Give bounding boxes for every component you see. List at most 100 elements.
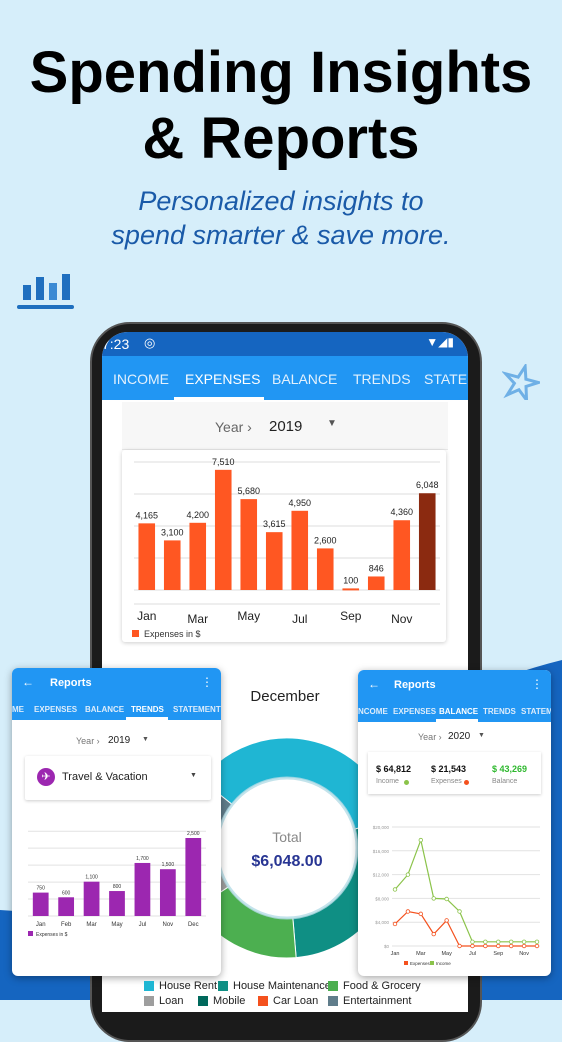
data-point xyxy=(418,837,424,843)
legend-swatch xyxy=(132,630,139,637)
year-value[interactable]: 2019 xyxy=(108,735,130,746)
legend-label: Expenses xyxy=(410,961,431,966)
bar-data-label: 4,200 xyxy=(186,510,209,520)
signal-icon: ▼◢▮ xyxy=(426,335,454,349)
bar-dec xyxy=(185,838,202,916)
data-point xyxy=(392,887,398,892)
mini-tab-trends[interactable]: TRENDS xyxy=(131,705,164,714)
subheadline-line-1: Personalized insights to xyxy=(138,186,424,216)
tab-income[interactable]: INCOME xyxy=(113,371,169,387)
mini-tab-expenses[interactable]: EXPENSES xyxy=(393,707,436,716)
category-selector[interactable]: ✈ Travel & Vacation ▼ xyxy=(25,756,211,800)
data-point xyxy=(483,943,488,949)
data-point xyxy=(444,896,449,902)
data-point xyxy=(418,911,424,917)
mini-tab-balance[interactable]: BALANCE xyxy=(85,705,124,714)
mini-tab-statement[interactable]: STATEMENT xyxy=(173,705,221,714)
year-selector[interactable]: Year › 2019 ▼ xyxy=(122,402,448,450)
year-label: Year › xyxy=(215,419,252,435)
back-arrow-icon[interactable]: ← xyxy=(22,675,34,689)
bar-jan xyxy=(138,523,156,590)
bar-data-label: 4,165 xyxy=(135,510,158,520)
bar-data-label: 846 xyxy=(369,563,384,573)
mini-tab-statement[interactable]: STATEME xyxy=(521,707,551,716)
legend-car-loan: Car Loan xyxy=(258,995,318,1007)
y-tick-label: $12,000 xyxy=(373,873,390,878)
mini-tab-balance[interactable]: BALANCE xyxy=(439,707,478,716)
bar-data-label: 2,600 xyxy=(314,535,337,545)
back-arrow-icon[interactable]: ← xyxy=(368,677,380,691)
x-tick-label: Dec xyxy=(188,922,199,928)
mini-tab-income[interactable]: NCOME xyxy=(358,707,388,716)
data-point xyxy=(392,921,398,927)
mini-tab-trends[interactable]: TRENDS xyxy=(483,707,516,716)
bar-oct xyxy=(367,576,385,590)
expense-donut-chart: Total $6,048.00 xyxy=(202,737,372,959)
bar-jun xyxy=(265,532,283,590)
bar-chart-icon xyxy=(17,274,74,309)
legend-house-rent: House Rent xyxy=(144,980,217,992)
x-tick-label: Jul xyxy=(139,922,147,928)
bar-data-label: 3,100 xyxy=(161,527,184,537)
y-tick-label: $16,000 xyxy=(373,849,390,854)
more-menu-icon[interactable]: ⋮ xyxy=(201,675,213,689)
data-point xyxy=(431,896,436,901)
tab-bar: INCOME EXPENSES BALANCE TRENDS STATEMENT xyxy=(102,356,468,400)
data-point xyxy=(508,943,514,949)
year-value[interactable]: 2020 xyxy=(448,731,470,742)
legend-food-grocery: Food & Grocery xyxy=(328,980,421,992)
legend-swatch xyxy=(28,931,33,936)
subheadline: Personalized insights to spend smarter &… xyxy=(0,184,562,252)
x-tick-label: May xyxy=(237,609,260,623)
mini-title: Reports xyxy=(50,677,92,689)
bar-jul xyxy=(291,510,309,590)
x-tick-label: Nov xyxy=(391,612,412,626)
expenses-bar-chart: 4,1653,1004,200 7,510 5,680 3,615 4,950 2,600… xyxy=(132,457,440,639)
bar-data-label: 4,950 xyxy=(288,498,311,508)
expenses-chart-card: 4,165 3,100 4,200 7,510 5,680 3,615 4,950 2,600… xyxy=(122,450,446,642)
legend-loan: Loan xyxy=(144,995,183,1007)
donut-hole xyxy=(215,776,359,920)
data-point xyxy=(496,939,501,945)
mini-tab-expenses[interactable]: EXPENSES xyxy=(34,705,77,714)
data-point xyxy=(405,872,411,877)
dropdown-arrow-icon[interactable]: ▼ xyxy=(142,736,149,743)
balance-summary: $ 64,812 Income $ 21,543 Expenses $ 43,2… xyxy=(368,752,541,794)
income-expense-line-chart: $0 $4,000 $8,000 $12,000 $16,000 $20,000 Jan Ma… xyxy=(373,825,540,966)
dropdown-arrow-icon[interactable]: ▼ xyxy=(478,732,485,739)
data-point xyxy=(457,909,462,914)
y-tick-label: $20,000 xyxy=(373,825,390,830)
data-point xyxy=(483,939,488,945)
bar-data-label: 100 xyxy=(343,575,358,585)
x-tick-label: Jan xyxy=(36,922,46,928)
tab-statement[interactable]: STATEMENT xyxy=(424,371,468,387)
headline: Spending Insights & Reports xyxy=(0,40,562,172)
airplane-icon: ✈ xyxy=(37,768,55,786)
more-menu-icon[interactable]: ⋮ xyxy=(531,677,543,691)
bar-jul xyxy=(134,862,151,916)
y-tick-label: $0 xyxy=(384,944,390,949)
active-tab-indicator xyxy=(174,397,264,401)
x-tick-label: Nov xyxy=(519,951,529,957)
bar-aug xyxy=(316,548,334,590)
bar-data-label: 4,360 xyxy=(390,507,413,517)
bar-data-label: 7,510 xyxy=(212,457,235,467)
donut-total-value: $6,048.00 xyxy=(251,853,322,870)
bar-data-label: 1,100 xyxy=(85,875,98,881)
expenses-dot xyxy=(464,780,469,785)
tab-balance[interactable]: BALANCE xyxy=(272,371,337,387)
x-tick-label: Mar xyxy=(187,612,208,626)
data-point xyxy=(457,943,462,949)
mini-tab-income[interactable]: ME xyxy=(12,705,24,714)
bar-data-label: 5,680 xyxy=(237,486,260,496)
data-point xyxy=(470,939,475,945)
x-tick-label: Jul xyxy=(292,612,307,626)
x-tick-label: Nov xyxy=(163,922,174,928)
tab-trends[interactable]: TRENDS xyxy=(353,371,411,387)
year-label: Year › xyxy=(418,732,442,742)
bar-nov xyxy=(393,520,411,590)
tab-expenses[interactable]: EXPENSES xyxy=(185,371,260,387)
x-tick-label: May xyxy=(111,922,122,928)
balance-report-card: ← Reports ⋮ NCOME EXPENSES BALANCE TREND… xyxy=(358,670,551,976)
expenses-value: $ 21,543 xyxy=(431,764,467,774)
